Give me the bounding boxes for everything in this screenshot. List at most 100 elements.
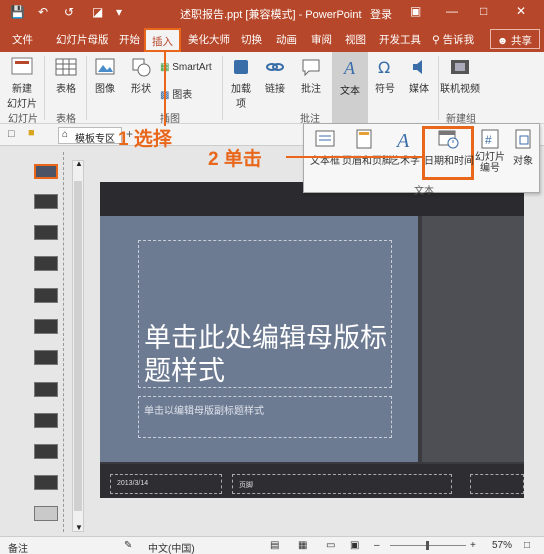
slideshow-icon[interactable]: ◪ [92,5,103,19]
media-button[interactable]: 媒体 [406,56,432,95]
comment-label: 批注 [301,84,321,95]
normal-view-icon[interactable]: ▤ [270,540,279,551]
tab-review[interactable]: 审阅 [311,32,332,47]
table-label: 表格 [56,84,76,95]
svg-text:A: A [343,58,356,78]
tab-animations[interactable]: 动画 [276,32,297,47]
comment-button[interactable]: 批注 [298,56,324,95]
datetime-button[interactable]: 日期和时间 [424,128,474,167]
share-label: 共享 [510,35,532,47]
slide-thumbnail[interactable] [34,225,58,240]
chart-icon: ▩ [160,90,173,101]
slide-thumbnail[interactable] [34,444,58,459]
slide-thumbnail[interactable] [34,288,58,303]
slide-thumbnail[interactable] [34,319,58,334]
ribbon-options-icon[interactable]: ▣ [410,4,421,18]
textbox-button[interactable]: 文本框 [308,128,342,167]
annotation-step1: 1 选择 [118,129,172,150]
object-button[interactable]: 对象 [508,128,538,167]
addins-button[interactable]: 加载 项 [228,56,254,110]
slide-thumbnail[interactable] [34,475,58,490]
slide-thumbnail[interactable] [34,164,58,179]
zoom-out-icon[interactable]: – [374,540,380,551]
tab-view[interactable]: 视图 [345,32,366,47]
shapes-button[interactable]: 形状 [128,56,154,95]
textbox-icon [315,130,335,147]
minimize-icon[interactable]: — [446,4,458,18]
new-slide-button[interactable]: 新建 幻灯片 [4,56,40,110]
slide-canvas[interactable]: 单击此处编辑母版标题样式 单击以编辑母版副标题样式 2013/3/14 页脚 [100,182,524,498]
hash-icon: # [481,129,499,149]
addins-label: 加载 项 [231,84,251,110]
group-divider [222,56,223,120]
scroll-down-icon[interactable]: ▼ [75,523,83,532]
footer-placeholder[interactable]: 页脚 [232,474,452,494]
slide-thumbnail[interactable] [34,350,58,365]
language-indicator[interactable]: 中文(中国) [148,540,195,554]
slide-subtitle[interactable]: 单击以编辑母版副标题样式 [144,402,264,417]
object-label: 对象 [513,156,533,167]
slide-number-placeholder[interactable] [470,474,524,494]
scroll-up-icon[interactable]: ▲ [75,159,83,168]
fit-window-icon[interactable]: □ [524,540,530,551]
shapes-label: 形状 [131,84,151,95]
tab-beautify[interactable]: 美化大师 [188,32,230,47]
undo-icon[interactable]: ↶ [38,5,48,19]
tab-file[interactable]: 文件 [12,32,33,47]
close-icon[interactable]: ✕ [516,4,526,18]
header-footer-button[interactable]: 页眉和页脚 [342,128,392,167]
slide-number-label: 幻灯片 编号 [475,152,505,174]
slide-thumbnail[interactable] [34,382,58,397]
tell-me-button[interactable]: ⚲ 告诉我 [432,32,474,47]
tab-developer[interactable]: 开发工具 [379,32,421,47]
slide-thumbnail[interactable] [34,194,58,209]
zoom-in-icon[interactable]: + [470,540,476,551]
customize-qat-icon[interactable]: ▾ [116,5,122,19]
redo-icon[interactable]: ↺ [64,5,74,19]
ribbon-tabs: 文件 幻灯片母版 开始 插入 美化大师 切换 动画 审阅 视图 开发工具 ⚲ 告… [0,26,544,52]
maximize-icon[interactable]: □ [480,4,487,18]
symbols-label: 符号 [375,84,395,95]
symbols-button[interactable]: Ω 符号 [372,56,398,95]
thumbnail-scrollbar[interactable]: ▲ ▼ [72,159,84,532]
new-doc-icon[interactable]: □ [8,128,15,140]
zoom-slider-handle[interactable] [426,541,429,550]
annotation-line-2 [286,156,422,158]
group-divider [44,56,45,120]
svg-text:A: A [395,130,410,150]
folder-icon[interactable]: ■ [28,127,35,139]
film-icon [451,60,469,74]
spellcheck-icon[interactable]: ✎ [124,540,132,551]
slide-thumbnail[interactable] [34,413,58,428]
tab-slide-master[interactable]: 幻灯片母版 [56,32,109,47]
share-button[interactable]: ☻ 共享 [490,29,540,49]
slide-thumbnail[interactable] [34,506,58,521]
tab-insert[interactable]: 插入 [144,28,181,52]
save-icon[interactable]: 💾 [10,5,25,19]
group-divider [438,56,439,120]
notes-button[interactable]: 备注 [8,540,28,554]
smartart-button[interactable]: ▦ SmartArt [160,62,212,73]
title-bar: 💾 ↶ ↺ ◪ ▾ 述职报告.ppt [兼容模式] - PowerPoint 登… [0,0,544,26]
slide-thumbnail[interactable] [34,256,58,271]
image-button[interactable]: 图像 [92,56,118,95]
date-placeholder[interactable]: 2013/3/14 [110,474,222,494]
tab-home[interactable]: 开始 [119,32,140,47]
slide-sorter-icon[interactable]: ▦ [298,540,307,551]
online-video-button[interactable]: 联机视频 [440,56,480,95]
table-button[interactable]: 表格 [52,56,80,95]
template-zone-tab[interactable]: ⌂ 模板专区 [58,127,122,145]
login-link[interactable]: 登录 [370,6,392,22]
new-slide-label: 新建 幻灯片 [7,84,37,110]
slideshow-view-icon[interactable]: ▣ [350,540,359,551]
scrollbar-thumb[interactable] [74,181,82,511]
reading-view-icon[interactable]: ▭ [326,540,335,551]
slide-title[interactable]: 单击此处编辑母版标题样式 [144,322,404,388]
tab-transitions[interactable]: 切换 [241,32,262,47]
wordart-button[interactable]: A 艺术字 [390,128,420,167]
text-group-button[interactable]: A 文本 [332,52,368,124]
zoom-level[interactable]: 57% [492,540,512,551]
links-button[interactable]: 链接 [262,56,288,95]
header-footer-icon [356,129,372,149]
slide-number-button[interactable]: # 幻灯片 编号 [474,128,506,174]
